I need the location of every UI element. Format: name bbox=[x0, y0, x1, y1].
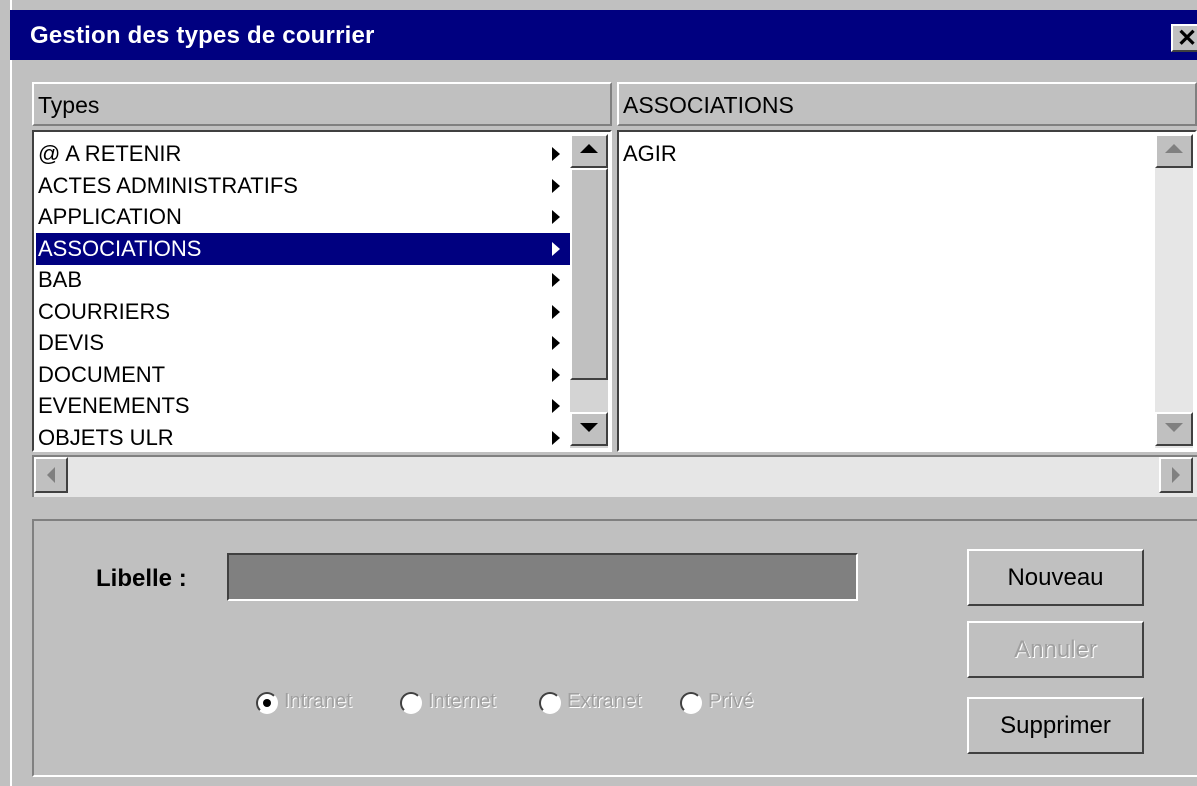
supprimer-button[interactable]: Supprimer bbox=[967, 697, 1144, 754]
types-list-item-label: EVENEMENTS bbox=[38, 393, 190, 418]
types-list-item[interactable]: ASSOCIATIONS bbox=[36, 232, 570, 265]
types-list-item[interactable]: DOCUMENT bbox=[36, 359, 570, 391]
submenu-arrow-icon bbox=[552, 147, 560, 161]
nouveau-button[interactable]: Nouveau bbox=[967, 549, 1144, 606]
assoc-scroll-down-button[interactable] bbox=[1155, 412, 1193, 446]
scroll-left-button[interactable] bbox=[34, 457, 68, 493]
scroll-right-icon bbox=[1172, 467, 1180, 483]
radio-intranet-control[interactable] bbox=[256, 692, 278, 714]
close-icon: ✕ bbox=[1176, 25, 1197, 52]
types-list[interactable]: @ A RETENIR ACTES ADMINISTRATIFS APPLICATI… bbox=[32, 130, 612, 452]
types-list-item[interactable]: DEVIS bbox=[36, 327, 570, 359]
libelle-input[interactable] bbox=[227, 553, 858, 601]
types-list-item-label: APPLICATION bbox=[38, 204, 182, 229]
submenu-arrow-icon bbox=[552, 336, 560, 350]
submenu-arrow-icon bbox=[552, 241, 560, 256]
radio-intranet-label: Intranet bbox=[284, 690, 352, 712]
types-list-item[interactable]: @ A RETENIR bbox=[36, 138, 570, 170]
scroll-up-icon bbox=[1165, 144, 1183, 153]
scroll-left-icon bbox=[47, 467, 55, 483]
types-list-item-label: DEVIS bbox=[38, 330, 105, 355]
annuler-button[interactable]: Annuler bbox=[967, 621, 1144, 678]
types-column-header: Types bbox=[32, 82, 612, 126]
horizontal-scrollbar[interactable] bbox=[32, 455, 1197, 497]
scroll-down-icon bbox=[1165, 423, 1183, 432]
close-button[interactable]: ✕ bbox=[1171, 24, 1197, 52]
types-list-item[interactable]: BAB bbox=[36, 264, 570, 296]
radio-checked-dot bbox=[263, 699, 271, 707]
types-list-item[interactable]: APPLICATION bbox=[36, 201, 570, 233]
associations-vertical-scrollbar[interactable] bbox=[1155, 134, 1193, 448]
window-title: Gestion des types de courrier bbox=[30, 22, 375, 49]
libelle-label: Libelle : bbox=[96, 565, 187, 592]
scroll-up-icon bbox=[580, 144, 598, 153]
associations-header-label: ASSOCIATIONS bbox=[623, 92, 794, 118]
radio-internet-label: Internet bbox=[428, 690, 496, 712]
radio-extranet-label: Extranet bbox=[567, 690, 642, 712]
associations-list[interactable]: AGIR bbox=[617, 130, 1197, 452]
associations-column-header: ASSOCIATIONS bbox=[617, 82, 1197, 126]
submenu-arrow-icon bbox=[552, 430, 560, 445]
scroll-down-icon bbox=[580, 423, 598, 432]
scroll-down-button[interactable] bbox=[570, 412, 608, 446]
types-list-item-label: ASSOCIATIONS bbox=[38, 235, 202, 261]
submenu-arrow-icon bbox=[552, 273, 560, 287]
submenu-arrow-icon bbox=[552, 399, 560, 413]
types-header-label: Types bbox=[38, 92, 100, 118]
submenu-arrow-icon bbox=[552, 210, 560, 224]
types-list-item-label: BAB bbox=[38, 267, 83, 292]
scroll-right-button[interactable] bbox=[1159, 457, 1193, 493]
associations-list-item[interactable]: AGIR bbox=[621, 138, 1151, 170]
assoc-scroll-up-button[interactable] bbox=[1155, 134, 1193, 168]
types-vertical-scrollbar[interactable] bbox=[570, 134, 608, 448]
types-list-item[interactable]: OBJETS ULR bbox=[36, 422, 570, 454]
radio-prive-label: Privé bbox=[708, 690, 754, 712]
submenu-arrow-icon bbox=[552, 178, 560, 193]
types-list-item-label: ACTES ADMINISTRATIFS bbox=[38, 172, 298, 198]
types-list-item-label: COURRIERS bbox=[38, 298, 171, 324]
submenu-arrow-icon bbox=[552, 304, 560, 319]
types-list-item-label: @ A RETENIR bbox=[38, 141, 182, 166]
scroll-thumb[interactable] bbox=[570, 168, 608, 380]
types-list-item-label: OBJETS ULR bbox=[38, 424, 174, 450]
types-list-item[interactable]: EVENEMENTS bbox=[36, 390, 570, 422]
radio-extranet-control[interactable] bbox=[539, 692, 561, 714]
submenu-arrow-icon bbox=[552, 367, 560, 382]
radio-internet-control[interactable] bbox=[400, 692, 422, 714]
types-list-item[interactable]: ACTES ADMINISTRATIFS bbox=[36, 170, 570, 202]
scroll-up-button[interactable] bbox=[570, 134, 608, 168]
title-bar[interactable]: Gestion des types de courrier ✕ bbox=[10, 10, 1197, 60]
radio-prive-control[interactable] bbox=[680, 692, 702, 714]
types-list-item-label: DOCUMENT bbox=[38, 361, 166, 387]
types-list-item[interactable]: COURRIERS bbox=[36, 296, 570, 328]
